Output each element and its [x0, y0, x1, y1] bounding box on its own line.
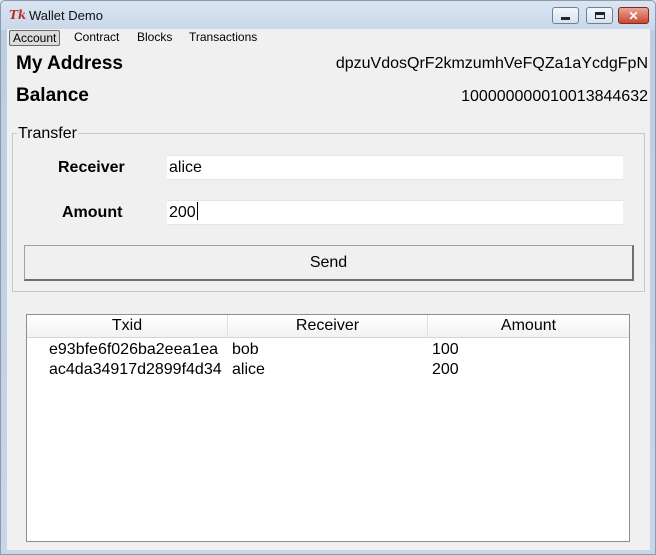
- receiver-label: Receiver: [58, 159, 125, 176]
- window-title: Wallet Demo: [29, 8, 103, 23]
- column-header-amount[interactable]: Amount: [428, 315, 629, 337]
- table-header: Txid Receiver Amount: [27, 315, 629, 338]
- minimize-icon: [561, 17, 570, 20]
- amount-input[interactable]: 200: [167, 200, 623, 225]
- table-row[interactable]: ac4da34917d2899f4d34 alice 200: [27, 360, 629, 380]
- receiver-input[interactable]: alice: [167, 155, 623, 180]
- minimize-button[interactable]: [552, 7, 579, 24]
- send-button[interactable]: Send: [24, 245, 634, 281]
- my-address-label: My Address: [16, 53, 123, 74]
- close-icon: ✕: [628, 8, 639, 23]
- transactions-table[interactable]: Txid Receiver Amount e93bfe6f026ba2eea1e…: [26, 314, 630, 542]
- tab-blocks[interactable]: Blocks: [134, 30, 175, 46]
- column-header-txid[interactable]: Txid: [27, 315, 228, 337]
- table-body: e93bfe6f026ba2eea1ea bob 100 ac4da34917d…: [27, 340, 629, 380]
- amount-cell: 100: [432, 341, 459, 358]
- txid-cell: e93bfe6f026ba2eea1ea: [49, 341, 219, 358]
- transfer-group-title: Transfer: [17, 125, 78, 143]
- table-row[interactable]: e93bfe6f026ba2eea1ea bob 100: [27, 340, 629, 360]
- receiver-cell: alice: [232, 361, 265, 378]
- column-header-receiver[interactable]: Receiver: [228, 315, 428, 337]
- receiver-input-value: alice: [169, 159, 202, 176]
- close-button[interactable]: ✕: [618, 7, 649, 24]
- amount-label: Amount: [62, 204, 123, 221]
- text-caret: [196, 202, 198, 220]
- title-bar[interactable]: Tk Wallet Demo ✕: [1, 1, 655, 29]
- tab-transactions[interactable]: Transactions: [186, 30, 260, 46]
- amount-input-value: 200: [169, 204, 196, 221]
- balance-label: Balance: [16, 85, 89, 106]
- app-window: Tk Wallet Demo ✕ Account Contract Blocks…: [0, 0, 656, 555]
- tab-account[interactable]: Account: [9, 30, 61, 46]
- txid-cell: ac4da34917d2899f4d34: [49, 361, 222, 378]
- receiver-cell: bob: [232, 341, 259, 358]
- amount-cell: 200: [432, 361, 459, 378]
- maximize-button[interactable]: [586, 7, 613, 24]
- balance-value: 100000000010013844632: [461, 88, 648, 105]
- tab-bar: Account Contract Blocks Transactions: [7, 29, 650, 47]
- main-content: Account Contract Blocks Transactions My …: [7, 29, 650, 550]
- tab-contract[interactable]: Contract: [71, 30, 122, 46]
- maximize-icon: [594, 12, 605, 19]
- tk-feather-icon: Tk: [9, 8, 27, 22]
- my-address-value: dpzuVdosQrF2kmzumhVeFQZa1aYcdgFpN: [335, 55, 648, 72]
